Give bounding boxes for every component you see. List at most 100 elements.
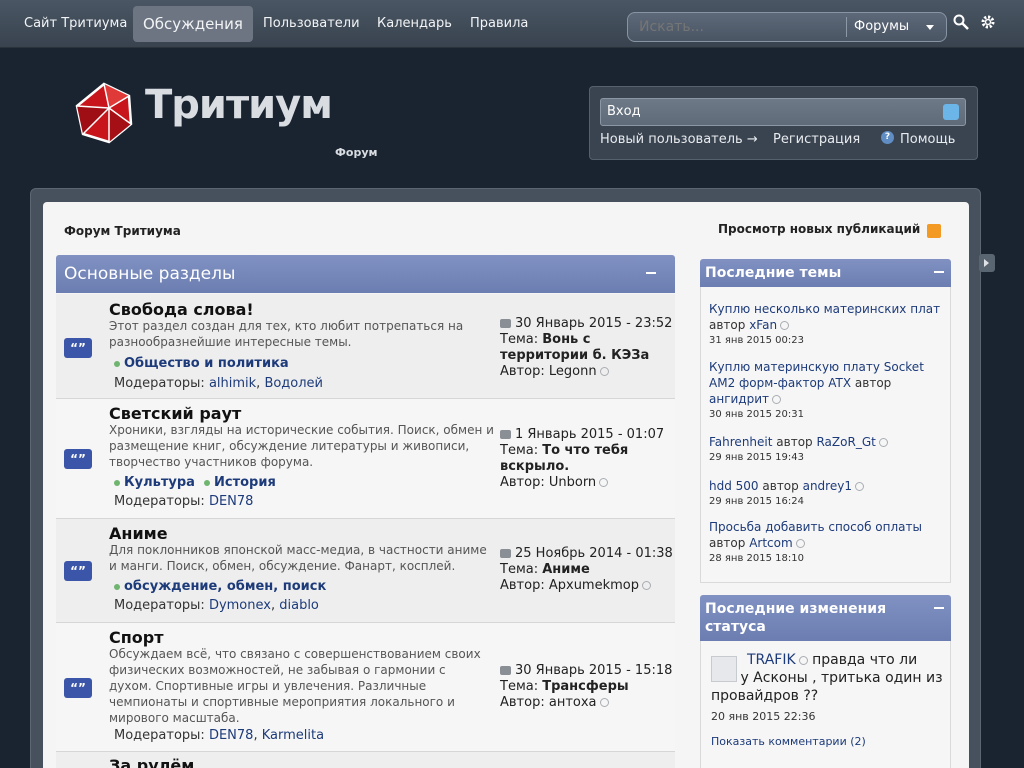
go-to-post-icon[interactable]	[878, 438, 888, 447]
search-icon[interactable]	[953, 14, 969, 30]
recent-topic-date: 30 янв 2015 20:31	[709, 409, 804, 420]
go-to-post-icon[interactable]	[780, 321, 790, 330]
collapse-icon[interactable]	[934, 271, 944, 273]
moderator-link[interactable]: DEN78	[209, 728, 254, 743]
author-word: автор	[762, 479, 799, 493]
nav-item-site[interactable]: Сайт Тритиума	[14, 6, 137, 42]
author-label: Автор:	[500, 578, 545, 593]
last-post-date: 30 Январь 2015 - 15:18	[515, 663, 673, 678]
last-author-link[interactable]: Legonn	[549, 364, 597, 379]
subforum-dot-icon	[114, 360, 120, 367]
moderator-link[interactable]: alhimik	[209, 376, 256, 391]
moderator-link[interactable]: Водолей	[264, 376, 323, 391]
nav-item-calendar[interactable]: Календарь	[367, 6, 462, 42]
moderators: Модераторы: DEN78	[114, 494, 253, 509]
nav-item-rules[interactable]: Правила	[460, 6, 538, 42]
moderator-link[interactable]: diablo	[279, 598, 319, 613]
recent-topic-author[interactable]: RaZoR_Gt	[816, 435, 875, 449]
avatar[interactable]	[711, 656, 737, 682]
login-panel: Вход Новый пользователь → Регистрация ? …	[589, 86, 978, 160]
site-logo[interactable]: Тритиум Форум	[75, 82, 395, 167]
recent-topics-header: Последние темы	[700, 259, 951, 287]
show-comments-link[interactable]: Показать комментарии (2)	[711, 735, 866, 748]
nav-item-discussions[interactable]: Обсуждения	[133, 6, 253, 42]
recent-topic-link[interactable]: hdd 500	[709, 479, 759, 493]
last-post: 30 Январь 2015 - 23:52 Тема: Вонь с терр…	[500, 316, 673, 380]
forum-title[interactable]: За рулём	[109, 756, 194, 768]
go-to-post-icon[interactable]	[854, 482, 864, 491]
last-author-link[interactable]: Unborn	[549, 475, 596, 490]
author-label: Автор:	[500, 475, 545, 490]
recent-topic-author[interactable]: andrey1	[803, 479, 852, 493]
help-icon[interactable]: ?	[881, 131, 894, 144]
comment-bubble-icon	[500, 430, 511, 439]
go-to-post-icon[interactable]	[798, 655, 808, 665]
go-to-post-icon[interactable]	[642, 581, 651, 590]
forum-title[interactable]: Свобода слова!	[109, 300, 254, 319]
recent-topic-author[interactable]: ангидрит	[709, 392, 769, 406]
go-to-post-icon[interactable]	[599, 367, 609, 376]
recent-topic-item: Просьба добавить способ оплаты автор Art…	[709, 519, 947, 566]
login-button[interactable]: Вход	[600, 98, 966, 126]
forum-description: Для поклонников японской масс-медиа, в ч…	[109, 543, 487, 573]
subforum-link[interactable]: История	[214, 475, 276, 490]
last-post-date: 30 Январь 2015 - 23:52	[515, 316, 673, 331]
forum-quote-icon: “”	[64, 561, 92, 581]
recent-topic-author[interactable]: xFan	[749, 318, 777, 332]
go-to-post-icon[interactable]	[599, 478, 609, 487]
collapse-icon[interactable]	[646, 272, 656, 274]
moderator-link[interactable]: Karmelita	[262, 728, 324, 743]
search-input[interactable]	[639, 13, 844, 41]
category-header: Основные разделы	[56, 255, 675, 293]
recent-topic-link[interactable]: Fahrenheit	[709, 435, 772, 449]
search-scope-select[interactable]: Форумы	[854, 13, 944, 41]
forum-title[interactable]: Спорт	[109, 628, 164, 647]
subforum-link[interactable]: Общество и политика	[124, 356, 289, 371]
subforum-dot-icon	[204, 479, 210, 486]
go-to-post-icon[interactable]	[795, 539, 805, 548]
breadcrumb[interactable]: Форум Тритиума	[64, 224, 181, 238]
rss-icon[interactable]	[927, 224, 941, 238]
last-author-link[interactable]: Архumekmop	[549, 578, 639, 593]
status-text: правда что ли что у Асконы , тритька оди…	[711, 652, 943, 704]
recent-topic-date: 29 янв 2015 19:43	[709, 452, 804, 463]
author-word: автор	[776, 435, 813, 449]
forum-row: “” Свобода слова! Этот раздел создан для…	[56, 294, 675, 399]
status-user-link[interactable]: TRAFIK	[747, 652, 796, 668]
recent-topic-link[interactable]: Просьба добавить способ оплаты	[709, 520, 922, 534]
moderator-link[interactable]: Dymonex	[209, 598, 271, 613]
moderators-label: Модераторы:	[114, 728, 205, 743]
forum-row: “” Аниме Для поклонников японской масс-м…	[56, 519, 675, 623]
comment-bubble-icon	[500, 549, 511, 558]
help-link[interactable]: Помощь	[900, 131, 955, 149]
subforum-link[interactable]: обсуждение, обмен, поиск	[124, 579, 326, 594]
register-link[interactable]: Регистрация	[773, 131, 860, 149]
go-to-post-icon[interactable]	[772, 395, 782, 404]
subforum-list: обсуждение, обмен, поиск	[114, 579, 326, 594]
last-topic-link[interactable]: Аниме	[542, 562, 590, 577]
author-word: автор	[854, 376, 892, 390]
moderator-link[interactable]: DEN78	[209, 494, 254, 509]
gear-icon[interactable]	[980, 14, 996, 30]
forum-title[interactable]: Аниме	[109, 524, 168, 543]
moderators-label: Модераторы:	[114, 598, 205, 613]
comment-bubble-icon	[500, 319, 511, 328]
nav-item-users[interactable]: Пользователи	[253, 6, 370, 42]
twitter-icon[interactable]	[943, 104, 959, 120]
topic-label: Тема:	[500, 562, 539, 577]
go-to-post-icon[interactable]	[599, 698, 609, 707]
recent-topic-link[interactable]: Куплю несколько материнских плат	[709, 302, 940, 316]
new-user-text: Новый пользователь →	[600, 132, 758, 147]
search-scope-label: Форумы	[854, 19, 910, 34]
last-topic-link[interactable]: Трансферы	[542, 679, 628, 694]
recent-topic-author[interactable]: Artcom	[749, 536, 792, 550]
last-author-link[interactable]: антоха	[549, 695, 597, 710]
recent-topic-date: 28 янв 2015 18:10	[709, 553, 804, 564]
collapse-icon[interactable]	[934, 607, 944, 609]
view-new-posts-link[interactable]: Просмотр новых публикаций	[718, 222, 920, 236]
sidebar-toggle-button[interactable]	[979, 254, 995, 272]
subforum-link[interactable]: Культура	[124, 475, 195, 490]
logo-title: Тритиум	[145, 82, 333, 128]
recent-topic-link[interactable]: Куплю материнскую плату Socket AM2 форм-…	[709, 360, 924, 390]
forum-title[interactable]: Светский раут	[109, 404, 241, 423]
